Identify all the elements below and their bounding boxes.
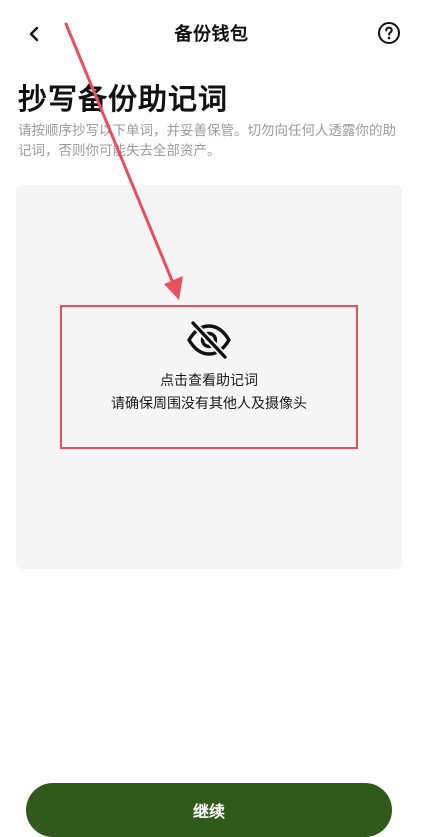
reveal-mnemonic-card[interactable]: 点击查看助记词 请确保周围没有其他人及摄像头 [16, 185, 402, 569]
top-bar: 备份钱包 [0, 0, 423, 66]
question-circle-icon [378, 22, 400, 44]
privacy-warning: 请确保周围没有其他人及摄像头 [111, 396, 307, 412]
eye-off-icon [187, 320, 231, 360]
page-title: 备份钱包 [174, 24, 249, 45]
continue-button[interactable]: 继续 [26, 783, 392, 837]
reveal-prompt: 点击查看助记词 请确保周围没有其他人及摄像头 [16, 320, 402, 416]
page-heading: 抄写备份助记词 [18, 82, 229, 116]
instructions-text: 请按顺序抄写以下单词，并妥善保管。切勿向任何人透露你的助记词，否则你可能失去全部… [18, 123, 396, 159]
reveal-instruction: 点击查看助记词 [160, 373, 258, 389]
help-button[interactable] [375, 19, 403, 47]
